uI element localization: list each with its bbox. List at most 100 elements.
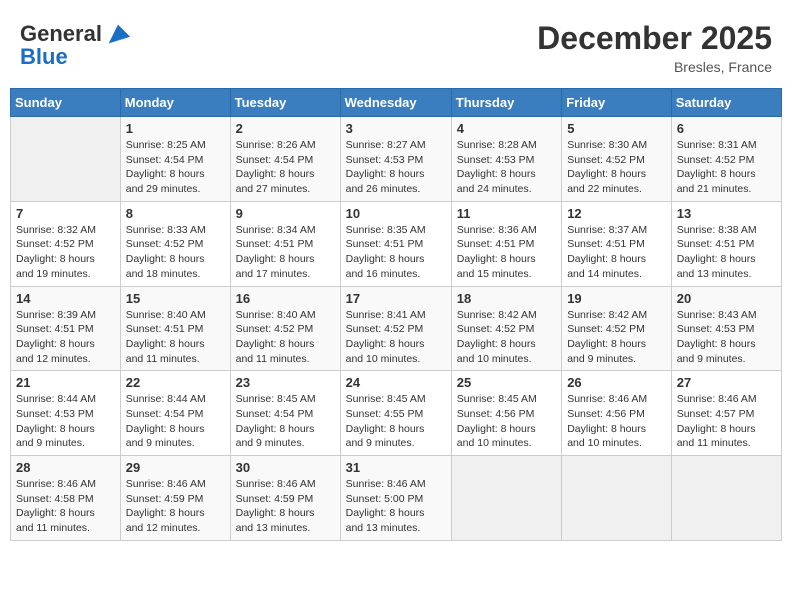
day-info: Sunrise: 8:46 AMSunset: 4:56 PMDaylight:… bbox=[567, 392, 666, 451]
calendar-cell: 30 Sunrise: 8:46 AMSunset: 4:59 PMDayligh… bbox=[230, 456, 340, 541]
calendar-week-1: 1 Sunrise: 8:25 AMSunset: 4:54 PMDaylight… bbox=[11, 117, 782, 202]
calendar-cell: 22 Sunrise: 8:44 AMSunset: 4:54 PMDayligh… bbox=[120, 371, 230, 456]
day-number: 12 bbox=[567, 206, 666, 221]
day-number: 26 bbox=[567, 375, 666, 390]
day-info: Sunrise: 8:28 AMSunset: 4:53 PMDaylight:… bbox=[457, 138, 556, 197]
calendar-cell: 1 Sunrise: 8:25 AMSunset: 4:54 PMDaylight… bbox=[120, 117, 230, 202]
day-info: Sunrise: 8:46 AMSunset: 4:59 PMDaylight:… bbox=[236, 477, 335, 536]
calendar-cell bbox=[451, 456, 561, 541]
day-number: 31 bbox=[346, 460, 446, 475]
day-info: Sunrise: 8:30 AMSunset: 4:52 PMDaylight:… bbox=[567, 138, 666, 197]
calendar-cell: 31Sunrise: 8:46 AMSunset: 5:00 PMDayligh… bbox=[340, 456, 451, 541]
calendar-cell: 2 Sunrise: 8:26 AMSunset: 4:54 PMDaylight… bbox=[230, 117, 340, 202]
calendar-cell: 14Sunrise: 8:39 AMSunset: 4:51 PMDayligh… bbox=[11, 286, 121, 371]
calendar-cell: 17 Sunrise: 8:41 AMSunset: 4:52 PMDayligh… bbox=[340, 286, 451, 371]
day-info: Sunrise: 8:44 AMSunset: 4:53 PMDaylight:… bbox=[16, 392, 115, 451]
calendar-cell: 27Sunrise: 8:46 AMSunset: 4:57 PMDayligh… bbox=[671, 371, 781, 456]
calendar-cell: 26 Sunrise: 8:46 AMSunset: 4:56 PMDayligh… bbox=[562, 371, 672, 456]
day-info: Sunrise: 8:45 AMSunset: 4:55 PMDaylight:… bbox=[346, 392, 446, 451]
day-number: 10 bbox=[346, 206, 446, 221]
day-info: Sunrise: 8:43 AMSunset: 4:53 PMDaylight:… bbox=[677, 308, 776, 367]
day-info: Sunrise: 8:42 AMSunset: 4:52 PMDaylight:… bbox=[457, 308, 556, 367]
day-number: 22 bbox=[126, 375, 225, 390]
day-info: Sunrise: 8:40 AMSunset: 4:51 PMDaylight:… bbox=[126, 308, 225, 367]
calendar-cell: 23 Sunrise: 8:45 AMSunset: 4:54 PMDayligh… bbox=[230, 371, 340, 456]
calendar-cell: 8Sunrise: 8:33 AMSunset: 4:52 PMDaylight… bbox=[120, 201, 230, 286]
day-number: 3 bbox=[346, 121, 446, 136]
day-number: 11 bbox=[457, 206, 556, 221]
day-info: Sunrise: 8:37 AMSunset: 4:51 PMDaylight:… bbox=[567, 223, 666, 282]
calendar-header: SundayMondayTuesdayWednesdayThursdayFrid… bbox=[11, 89, 782, 117]
day-number: 24 bbox=[346, 375, 446, 390]
calendar-week-2: 7 Sunrise: 8:32 AMSunset: 4:52 PMDaylight… bbox=[11, 201, 782, 286]
calendar-cell: 16Sunrise: 8:40 AMSunset: 4:52 PMDayligh… bbox=[230, 286, 340, 371]
calendar-cell: 18 Sunrise: 8:42 AMSunset: 4:52 PMDayligh… bbox=[451, 286, 561, 371]
day-number: 2 bbox=[236, 121, 335, 136]
day-info: Sunrise: 8:27 AMSunset: 4:53 PMDaylight:… bbox=[346, 138, 446, 197]
day-number: 5 bbox=[567, 121, 666, 136]
day-info: Sunrise: 8:31 AMSunset: 4:52 PMDaylight:… bbox=[677, 138, 776, 197]
calendar-body: 1 Sunrise: 8:25 AMSunset: 4:54 PMDaylight… bbox=[11, 117, 782, 541]
calendar-cell: 11Sunrise: 8:36 AMSunset: 4:51 PMDayligh… bbox=[451, 201, 561, 286]
day-number: 1 bbox=[126, 121, 225, 136]
weekday-wednesday: Wednesday bbox=[340, 89, 451, 117]
day-number: 30 bbox=[236, 460, 335, 475]
calendar-cell bbox=[11, 117, 121, 202]
calendar-cell: 7 Sunrise: 8:32 AMSunset: 4:52 PMDaylight… bbox=[11, 201, 121, 286]
title-block: December 2025 Bresles, France bbox=[537, 20, 772, 75]
day-number: 15 bbox=[126, 291, 225, 306]
calendar-cell bbox=[671, 456, 781, 541]
day-number: 17 bbox=[346, 291, 446, 306]
calendar-cell: 9Sunrise: 8:34 AMSunset: 4:51 PMDaylight… bbox=[230, 201, 340, 286]
day-number: 21 bbox=[16, 375, 115, 390]
day-info: Sunrise: 8:46 AMSunset: 4:59 PMDaylight:… bbox=[126, 477, 225, 536]
weekday-thursday: Thursday bbox=[451, 89, 561, 117]
day-info: Sunrise: 8:32 AMSunset: 4:52 PMDaylight:… bbox=[16, 223, 115, 282]
day-number: 29 bbox=[126, 460, 225, 475]
weekday-friday: Friday bbox=[562, 89, 672, 117]
weekday-header-row: SundayMondayTuesdayWednesdayThursdayFrid… bbox=[11, 89, 782, 117]
location: Bresles, France bbox=[537, 59, 772, 75]
day-number: 18 bbox=[457, 291, 556, 306]
calendar-cell: 6 Sunrise: 8:31 AMSunset: 4:52 PMDaylight… bbox=[671, 117, 781, 202]
calendar-cell: 28 Sunrise: 8:46 AMSunset: 4:58 PMDayligh… bbox=[11, 456, 121, 541]
weekday-monday: Monday bbox=[120, 89, 230, 117]
day-info: Sunrise: 8:44 AMSunset: 4:54 PMDaylight:… bbox=[126, 392, 225, 451]
day-number: 23 bbox=[236, 375, 335, 390]
day-info: Sunrise: 8:46 AMSunset: 4:58 PMDaylight:… bbox=[16, 477, 115, 536]
day-info: Sunrise: 8:25 AMSunset: 4:54 PMDaylight:… bbox=[126, 138, 225, 197]
day-info: Sunrise: 8:38 AMSunset: 4:51 PMDaylight:… bbox=[677, 223, 776, 282]
month-title: December 2025 bbox=[537, 20, 772, 57]
calendar-cell: 4 Sunrise: 8:28 AMSunset: 4:53 PMDaylight… bbox=[451, 117, 561, 202]
logo: General Blue bbox=[20, 20, 132, 70]
day-number: 16 bbox=[236, 291, 335, 306]
calendar-table: SundayMondayTuesdayWednesdayThursdayFrid… bbox=[10, 88, 782, 541]
day-number: 25 bbox=[457, 375, 556, 390]
day-info: Sunrise: 8:45 AMSunset: 4:56 PMDaylight:… bbox=[457, 392, 556, 451]
day-number: 4 bbox=[457, 121, 556, 136]
calendar-week-3: 14Sunrise: 8:39 AMSunset: 4:51 PMDayligh… bbox=[11, 286, 782, 371]
day-number: 7 bbox=[16, 206, 115, 221]
weekday-tuesday: Tuesday bbox=[230, 89, 340, 117]
logo-icon bbox=[104, 20, 132, 48]
day-number: 9 bbox=[236, 206, 335, 221]
calendar-cell: 24 Sunrise: 8:45 AMSunset: 4:55 PMDayligh… bbox=[340, 371, 451, 456]
calendar-cell bbox=[562, 456, 672, 541]
calendar-cell: 3 Sunrise: 8:27 AMSunset: 4:53 PMDaylight… bbox=[340, 117, 451, 202]
day-number: 6 bbox=[677, 121, 776, 136]
day-info: Sunrise: 8:39 AMSunset: 4:51 PMDaylight:… bbox=[16, 308, 115, 367]
calendar-cell: 15 Sunrise: 8:40 AMSunset: 4:51 PMDayligh… bbox=[120, 286, 230, 371]
day-info: Sunrise: 8:33 AMSunset: 4:52 PMDaylight:… bbox=[126, 223, 225, 282]
calendar-cell: 13Sunrise: 8:38 AMSunset: 4:51 PMDayligh… bbox=[671, 201, 781, 286]
calendar-cell: 19Sunrise: 8:42 AMSunset: 4:52 PMDayligh… bbox=[562, 286, 672, 371]
weekday-saturday: Saturday bbox=[671, 89, 781, 117]
calendar-week-4: 21 Sunrise: 8:44 AMSunset: 4:53 PMDayligh… bbox=[11, 371, 782, 456]
day-info: Sunrise: 8:46 AMSunset: 4:57 PMDaylight:… bbox=[677, 392, 776, 451]
weekday-sunday: Sunday bbox=[11, 89, 121, 117]
day-info: Sunrise: 8:45 AMSunset: 4:54 PMDaylight:… bbox=[236, 392, 335, 451]
calendar-cell: 20Sunrise: 8:43 AMSunset: 4:53 PMDayligh… bbox=[671, 286, 781, 371]
day-number: 28 bbox=[16, 460, 115, 475]
day-number: 19 bbox=[567, 291, 666, 306]
day-info: Sunrise: 8:26 AMSunset: 4:54 PMDaylight:… bbox=[236, 138, 335, 197]
day-info: Sunrise: 8:41 AMSunset: 4:52 PMDaylight:… bbox=[346, 308, 446, 367]
